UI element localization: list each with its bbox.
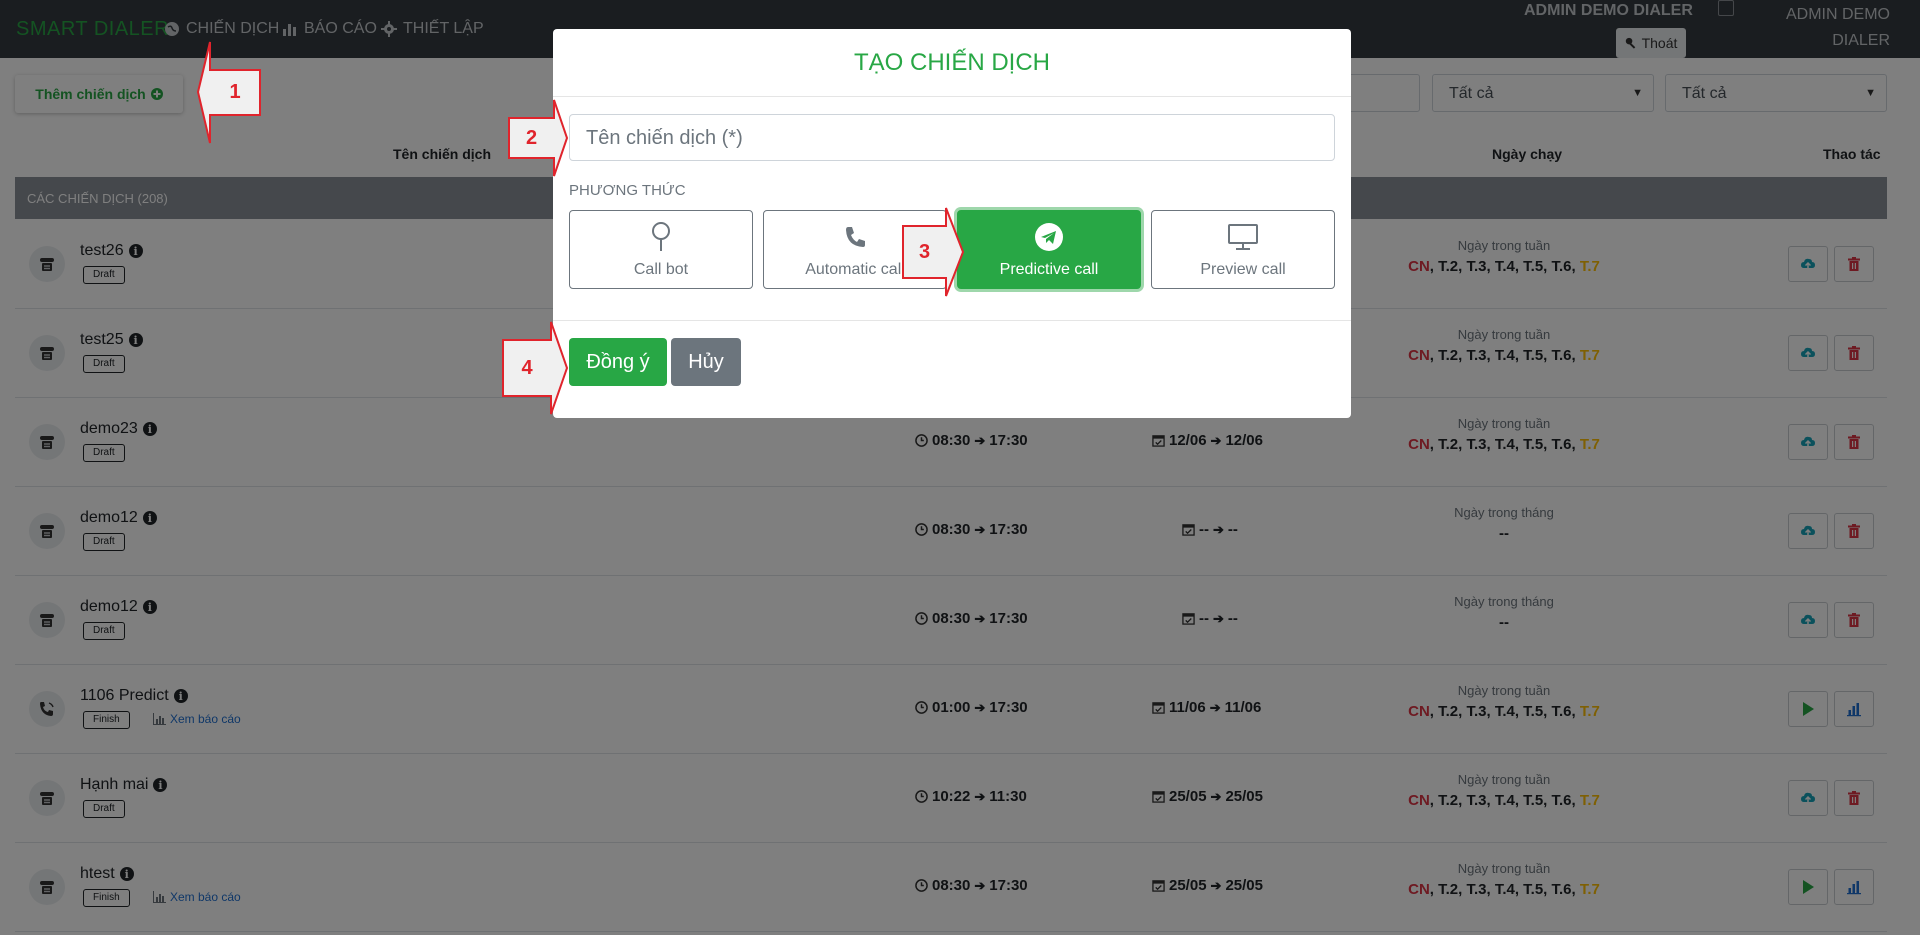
callout-3-label: 3 [918, 240, 931, 263]
monitor-icon [1152, 221, 1334, 253]
method-call-bot-label: Call bot [633, 261, 689, 278]
modal-title: TẠO CHIẾN DỊCH [553, 29, 1351, 97]
callout-4-label: 4 [521, 356, 533, 379]
method-call-bot[interactable]: Call bot [569, 210, 753, 289]
method-predictive-call-label: Predictive call [999, 261, 1099, 278]
telegram-icon [958, 221, 1140, 253]
callout-2-label: 2 [525, 126, 538, 149]
map-pin-icon [570, 221, 752, 253]
method-preview-call[interactable]: Preview call [1151, 210, 1335, 289]
confirm-button[interactable]: Đồng ý [569, 338, 667, 386]
method-preview-call-label: Preview call [1200, 261, 1286, 278]
campaign-name-input[interactable]: Tên chiến dịch (*) [569, 114, 1335, 161]
method-predictive-call[interactable]: Predictive call [957, 210, 1141, 289]
method-label: PHƯƠNG THỨC [569, 182, 686, 199]
callout-1-label: 1 [229, 81, 241, 103]
cancel-button[interactable]: Hủy [671, 338, 741, 386]
modal-divider [553, 320, 1351, 321]
